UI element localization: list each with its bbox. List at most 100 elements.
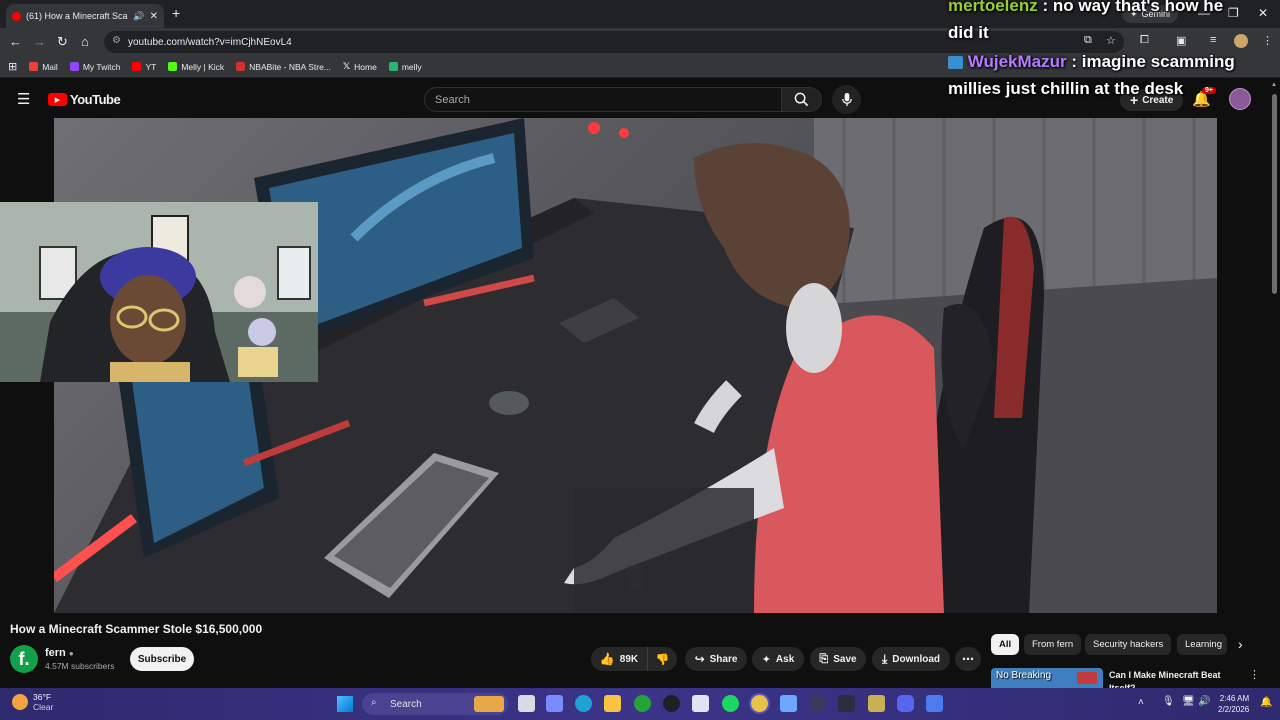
weather-widget[interactable]: 36°F Clear [12, 692, 53, 712]
app-icon[interactable] [868, 695, 885, 712]
like-count: 89K [619, 653, 639, 665]
bookmark-home[interactable]: 𝕏 Home [343, 61, 377, 72]
verified-check-icon: ● [68, 649, 74, 658]
store-icon[interactable] [692, 695, 709, 712]
search-input[interactable]: Search [424, 87, 782, 112]
subscribe-button[interactable]: Subscribe [130, 647, 194, 671]
dislike-button[interactable]: 👎 [647, 647, 677, 671]
reload-icon[interactable]: ↻ [57, 34, 68, 50]
app-icon[interactable] [780, 695, 797, 712]
nbabite-icon [236, 62, 246, 71]
new-tab-button[interactable]: + [172, 5, 180, 21]
youtube-logo[interactable]: ▶ YouTube [48, 92, 121, 107]
recommended-title: Can I Make Minecraft Beat Itself? [1109, 670, 1221, 688]
webcam-overlay [0, 202, 318, 382]
bookmark-label: My Twitch [82, 61, 121, 72]
more-actions-button[interactable]: ⋯ [955, 647, 981, 671]
tab-close-icon[interactable]: ✕ [150, 11, 158, 22]
channel-name[interactable]: fern ● [45, 647, 74, 659]
channel-avatar[interactable]: f. [10, 645, 38, 673]
chrome-menu-icon[interactable]: ⋮ [1262, 34, 1273, 47]
search-button[interactable] [782, 87, 822, 112]
gmail-icon [29, 62, 39, 71]
chips-next-icon[interactable]: › [1238, 636, 1243, 652]
chat-badge-icon [948, 56, 963, 70]
chip-learning[interactable]: Learning [1177, 634, 1227, 655]
microphone-tray-icon[interactable]: 🎙 [1162, 696, 1175, 707]
close-window-button[interactable]: ✕ [1258, 6, 1268, 20]
bookmark-melly[interactable]: melly [388, 61, 422, 72]
network-icon[interactable]: 🖥 [1182, 696, 1195, 707]
chrome-icon[interactable] [751, 695, 768, 712]
forward-arrow-icon[interactable]: → [33, 34, 46, 49]
notification-center-icon[interactable]: 🔔 [1260, 697, 1272, 708]
bookmark-my-twitch[interactable]: My Twitch [69, 61, 121, 72]
tray-chevron-icon[interactable]: ˄ [1138, 697, 1144, 708]
like-button[interactable]: 👍 89K [591, 647, 647, 671]
clock[interactable]: 2:46 AM 2/2/2026 [1218, 693, 1249, 715]
obs-icon[interactable] [663, 695, 680, 712]
search-icon [794, 92, 809, 107]
volume-icon[interactable]: 🔊 [1198, 696, 1210, 707]
chat-username: WujekMazur [967, 52, 1067, 71]
share-label: Share [709, 653, 738, 665]
kick-icon [388, 62, 398, 71]
recommended-more-icon[interactable]: ⋮ [1249, 668, 1260, 681]
share-icon: ↪ [694, 652, 705, 666]
kick-icon [168, 62, 178, 71]
app-icon[interactable] [926, 695, 943, 712]
recommended-video[interactable]: No Breaking Can I Make Minecraft Beat It… [991, 668, 1261, 688]
page-scrollbar[interactable]: ▲ [1270, 82, 1278, 686]
webcam-scene [0, 202, 318, 382]
x-icon: 𝕏 [342, 61, 351, 71]
windows-taskbar: 36°F Clear ⌕ Search ˄ 🎙 🖥 🔊 2:46 AM 2/2/… [0, 688, 1280, 720]
bookmark-mail[interactable]: Mail [29, 62, 58, 72]
bookmark-yt[interactable]: YT [132, 62, 156, 72]
bookmark-label: Melly | Kick [181, 61, 225, 72]
youtube-favicon-icon [12, 11, 21, 21]
url-text: youtube.com/watch?v=imCjhNEovL4 [128, 36, 292, 48]
share-button[interactable]: ↪ Share [685, 647, 747, 671]
bookmark-melly-kick[interactable]: Melly | Kick [168, 62, 224, 72]
hamburger-menu-icon[interactable]: ☰ [17, 90, 30, 108]
scrollbar-thumb[interactable] [1272, 94, 1277, 294]
edge-icon[interactable] [575, 695, 592, 712]
home-icon[interactable]: ⌂ [81, 34, 89, 49]
media-player-icon[interactable] [809, 695, 826, 712]
chip-from-fern[interactable]: From fern [1024, 634, 1082, 655]
recommended-thumbnail[interactable]: No Breaking [991, 668, 1103, 688]
audio-icon[interactable]: 🔊 [133, 11, 144, 22]
thumbnail-text: No Breaking [996, 670, 1052, 681]
chip-all[interactable]: All [991, 634, 1020, 655]
twitch-icon [69, 62, 79, 71]
download-label: Download [892, 653, 941, 665]
discord-icon[interactable] [897, 695, 914, 712]
file-explorer-icon[interactable] [604, 695, 621, 712]
moon-weather-icon [12, 694, 28, 710]
bookmark-label: melly [401, 61, 422, 72]
sparkle-icon: ✦ [761, 653, 771, 666]
voice-search-button[interactable] [832, 85, 861, 114]
apps-grid-icon[interactable]: ⊞ [8, 60, 17, 73]
chip-security-hackers[interactable]: Security hackers [1085, 634, 1172, 655]
bookmark-label: NBABite - NBA Stre... [249, 61, 331, 72]
copilot-icon[interactable] [546, 695, 563, 712]
back-arrow-icon[interactable]: ← [9, 34, 22, 49]
site-info-icon[interactable]: ⚙ [112, 35, 121, 46]
browser-tab[interactable]: (61) How a Minecraft Scamm 🔊 ✕ [6, 4, 164, 28]
search-icon: ⌕ [371, 697, 377, 708]
app-icon[interactable] [838, 695, 855, 712]
windows-start-icon[interactable] [337, 696, 353, 712]
bookmark-nbabite[interactable]: NBABite - NBA Stre... [236, 62, 331, 72]
youtube-logo-text: YouTube [70, 92, 121, 107]
task-view-icon[interactable] [518, 695, 535, 712]
download-button[interactable]: ⤓ Download [872, 647, 950, 671]
youtube-play-icon: ▶ [48, 93, 67, 106]
microphone-icon [841, 92, 852, 107]
taskbar-search[interactable]: ⌕ Search [362, 693, 508, 715]
spotify-icon[interactable] [722, 695, 739, 712]
scroll-up-icon[interactable]: ▲ [1271, 82, 1277, 88]
save-button[interactable]: ⎘ Save [810, 647, 866, 671]
ask-button[interactable]: ✦ Ask [752, 647, 804, 671]
xbox-icon[interactable] [634, 695, 651, 712]
